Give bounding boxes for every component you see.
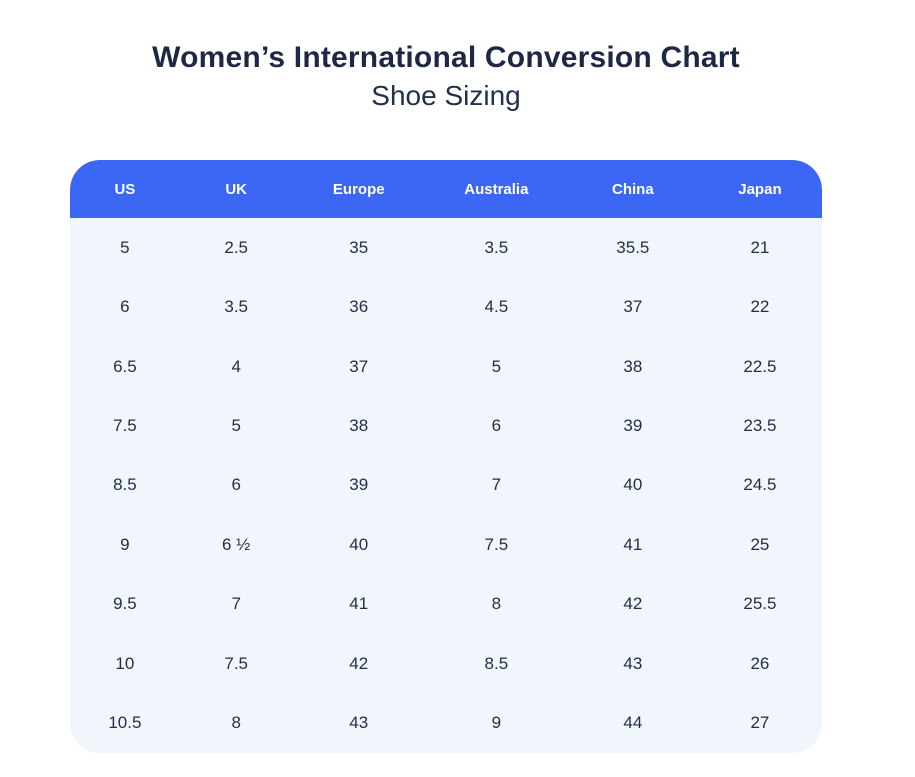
table-cell: 3.5 [425, 238, 568, 258]
conversion-table: USUKEuropeAustraliaChinaJapan 52.5353.53… [70, 160, 822, 753]
table-cell: 37 [568, 297, 698, 317]
table-cell: 8 [180, 713, 293, 733]
table-cell: 39 [293, 475, 425, 495]
table-row: 8.563974024.5 [70, 456, 822, 515]
table-cell: 43 [293, 713, 425, 733]
table-cell: 4 [180, 357, 293, 377]
column-header-japan: Japan [698, 181, 822, 198]
table-cell: 5 [180, 416, 293, 436]
table-cell: 26 [698, 654, 822, 674]
table-row: 6.543753822.5 [70, 337, 822, 396]
table-body: 52.5353.535.52163.5364.537226.543753822.… [70, 218, 822, 753]
table-cell: 7 [180, 594, 293, 614]
column-header-us: US [70, 181, 180, 198]
table-cell: 4.5 [425, 297, 568, 317]
table-cell: 7 [425, 475, 568, 495]
table-row: 63.5364.53722 [70, 277, 822, 336]
table-cell: 36 [293, 297, 425, 317]
heading-block: Women’s International Conversion Chart S… [70, 0, 822, 113]
table-cell: 44 [568, 713, 698, 733]
table-cell: 35 [293, 238, 425, 258]
table-cell: 10.5 [70, 713, 180, 733]
table-header-row: USUKEuropeAustraliaChinaJapan [70, 160, 822, 218]
table-cell: 40 [568, 475, 698, 495]
table-cell: 6 ½ [180, 535, 293, 555]
table-cell: 41 [293, 594, 425, 614]
page-title: Women’s International Conversion Chart [70, 40, 822, 76]
table-cell: 23.5 [698, 416, 822, 436]
table-cell: 37 [293, 357, 425, 377]
table-cell: 42 [293, 654, 425, 674]
table-row: 7.553863923.5 [70, 396, 822, 455]
table-row: 96 ½407.54125 [70, 515, 822, 574]
column-header-europe: Europe [293, 181, 425, 198]
table-cell: 6 [70, 297, 180, 317]
table-cell: 3.5 [180, 297, 293, 317]
table-cell: 6.5 [70, 357, 180, 377]
table-cell: 7.5 [425, 535, 568, 555]
table-cell: 6 [425, 416, 568, 436]
table-row: 107.5428.54326 [70, 634, 822, 693]
table-cell: 42 [568, 594, 698, 614]
table-cell: 9.5 [70, 594, 180, 614]
table-cell: 7.5 [180, 654, 293, 674]
table-cell: 8.5 [425, 654, 568, 674]
table-cell: 2.5 [180, 238, 293, 258]
table-cell: 25.5 [698, 594, 822, 614]
column-header-china: China [568, 181, 698, 198]
table-cell: 25 [698, 535, 822, 555]
table-cell: 9 [425, 713, 568, 733]
table-cell: 7.5 [70, 416, 180, 436]
table-cell: 24.5 [698, 475, 822, 495]
table-row: 10.584394427 [70, 694, 822, 753]
table-cell: 22.5 [698, 357, 822, 377]
table-cell: 9 [70, 535, 180, 555]
table-row: 9.574184225.5 [70, 575, 822, 634]
table-cell: 43 [568, 654, 698, 674]
table-cell: 6 [180, 475, 293, 495]
table-cell: 5 [425, 357, 568, 377]
column-header-uk: UK [180, 181, 293, 198]
table-cell: 22 [698, 297, 822, 317]
table-cell: 38 [293, 416, 425, 436]
table-cell: 38 [568, 357, 698, 377]
table-cell: 39 [568, 416, 698, 436]
table-cell: 8 [425, 594, 568, 614]
table-cell: 35.5 [568, 238, 698, 258]
table-cell: 8.5 [70, 475, 180, 495]
table-cell: 10 [70, 654, 180, 674]
table-row: 52.5353.535.521 [70, 218, 822, 277]
table-cell: 40 [293, 535, 425, 555]
table-cell: 21 [698, 238, 822, 258]
column-header-australia: Australia [425, 181, 568, 198]
table-cell: 41 [568, 535, 698, 555]
page: Women’s International Conversion Chart S… [0, 0, 915, 777]
table-cell: 5 [70, 238, 180, 258]
table-cell: 27 [698, 713, 822, 733]
page-subtitle: Shoe Sizing [70, 79, 822, 113]
